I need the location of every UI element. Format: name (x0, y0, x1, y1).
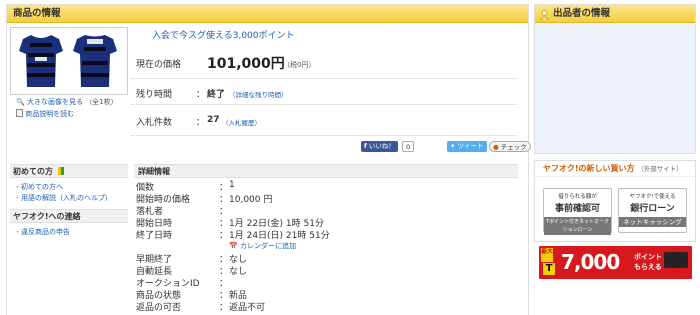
current-price: 101,000円 (207, 56, 285, 72)
detail-key: 返品の可否 (136, 303, 182, 313)
detail-value: 1 (229, 180, 235, 190)
description-link[interactable]: 商品説明を読む (16, 109, 74, 119)
banner-suffix-2: もらえる (634, 263, 662, 271)
card-image (664, 252, 688, 268)
bid-count: 27 (207, 115, 220, 125)
add-to-calendar-link[interactable]: 📅 カレンダーに追加 (229, 241, 296, 251)
person-icon (539, 9, 550, 21)
colon: ： (196, 90, 206, 100)
divider (131, 78, 517, 79)
price-label: 現在の価格 (136, 60, 182, 70)
beginner-mark-icon (57, 167, 64, 175)
product-info-header: 商品の情報 (7, 5, 528, 23)
product-photo[interactable] (10, 27, 128, 95)
time-left-label: 残り時間 (136, 90, 173, 100)
detail-key: 終了日時 (136, 231, 173, 241)
details-header: 詳細情報 (134, 164, 518, 178)
contact-section-title: ヤフオク!への連絡 (10, 209, 128, 223)
banner-amount: 7,000 (561, 250, 620, 274)
detail-value: 10,000 円 (229, 195, 273, 205)
promo-points-link[interactable]: 入会で今スグ使える3,000ポイント (152, 28, 295, 41)
max-badge: 最大 (541, 248, 553, 262)
detail-value: なし (229, 267, 248, 277)
colon: ： (196, 118, 206, 128)
calendar-icon: 📅 (229, 242, 238, 250)
new-way-header: ヤフオク!の新しい買い方 （外部サイト） (535, 161, 695, 177)
magnifier-icon: 🔍 (16, 98, 25, 106)
detail-value: 返品不可 (229, 303, 266, 313)
bids-label: 入札件数 (136, 118, 173, 128)
time-left-value: 終了 (207, 90, 226, 100)
time-detail-link[interactable]: （詳細な残り時間） (229, 89, 288, 99)
jersey-back-image (73, 35, 117, 87)
seller-info-panel: 出品者の情報 (534, 4, 696, 154)
new-way-panel: ヤフオク!の新しい買い方 （外部サイト） 借りられる額が 事前確認可 Tポイント… (534, 160, 696, 242)
points-campaign-banner[interactable]: 最大 T 7,000 ポイント もらえる (539, 246, 692, 279)
tpoint-logo-icon: T (543, 263, 555, 275)
facebook-like-button[interactable]: f いいね！ (361, 141, 398, 152)
sidebar-link-report[interactable]: 違反商品の申告 (14, 227, 70, 237)
auction-loan-ad[interactable]: 借りられる額が 事前確認可 Tポイント付きネットオークションローン (543, 188, 612, 235)
seller-info-header: 出品者の情報 (535, 5, 695, 23)
bid-history-link[interactable]: （入札履歴） (222, 117, 261, 127)
check-button[interactable]: ● チェック (489, 141, 531, 152)
large-image-link[interactable]: 🔍 大きな画像を見る （全1枚） (16, 97, 118, 107)
bank-loan-ad[interactable]: ヤフオク!で使える 銀行ローン ネットキャッシング (618, 188, 687, 233)
document-icon (16, 109, 23, 117)
colon: ： (219, 231, 229, 241)
divider (131, 104, 517, 105)
detail-value: 1月 24日(日) 21時 51分 (229, 231, 330, 241)
check-icon: ● (493, 143, 499, 151)
price-tax: （税0円） (283, 61, 316, 69)
colon: ： (219, 303, 229, 313)
tweet-button[interactable]: ✦ ツイート (447, 141, 487, 152)
jersey-front-image (19, 35, 63, 87)
like-count: 0 (402, 141, 415, 152)
sidebar-link-first-time[interactable]: 初めての方へ (14, 182, 63, 192)
sidebar-link-glossary[interactable]: 用語の解説（入札のヘルプ） (14, 193, 112, 203)
banner-suffix-1: ポイント (634, 253, 662, 261)
divider (131, 135, 517, 136)
first-time-section-title: 初めての方 (10, 164, 128, 178)
twitter-icon: ✦ (450, 142, 456, 150)
facebook-icon: f (364, 142, 367, 150)
